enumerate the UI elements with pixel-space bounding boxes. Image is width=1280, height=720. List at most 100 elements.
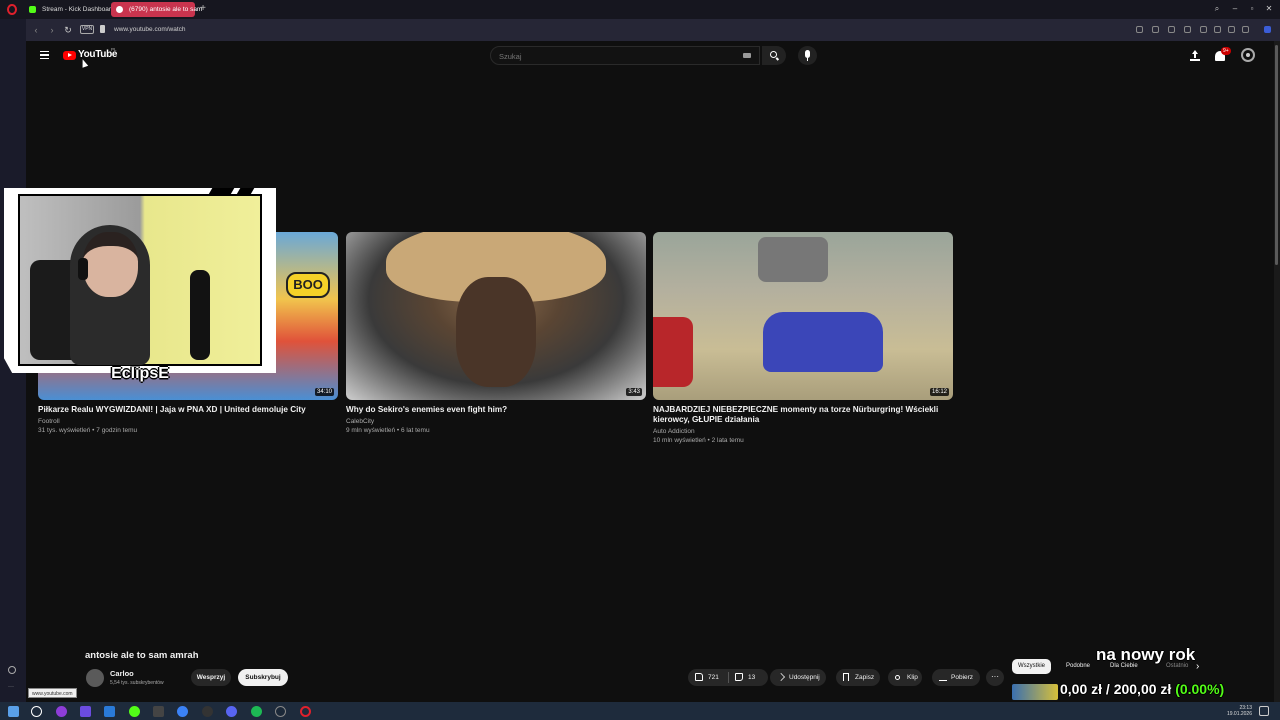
stream-goal-progress: 0,00 zł / 200,00 zł (0.00%) xyxy=(1060,681,1224,697)
video-title[interactable]: Piłkarze Realu WYGWIZDANI! | Jaja w PNA … xyxy=(38,405,338,415)
new-tab-button[interactable]: + xyxy=(198,3,208,15)
share-button[interactable]: Udostępnij xyxy=(770,669,826,686)
download-icon xyxy=(939,673,947,681)
download-icon[interactable] xyxy=(1214,26,1221,33)
camera-icon[interactable] xyxy=(1152,26,1159,33)
channel-name[interactable]: Carloo xyxy=(110,669,134,678)
subscribe-button[interactable]: Subskrybuj xyxy=(238,669,288,686)
save-button[interactable]: Zapisz xyxy=(836,669,880,686)
stream-goal-amount: 0,00 zł / 200,00 zł xyxy=(1060,681,1172,697)
video-duration: 34:10 xyxy=(314,388,334,396)
watch-video-title: antosie ale to sam amrah xyxy=(85,650,199,661)
wallet-icon[interactable] xyxy=(1242,26,1249,33)
stream-goal-title: na nowy rok xyxy=(1096,645,1196,664)
scissors-icon xyxy=(895,675,900,680)
video-thumbnail[interactable]: 3:43 xyxy=(346,232,646,400)
headphones-icon xyxy=(78,258,88,280)
video-duration: 16:12 xyxy=(929,388,949,396)
related-video-thumbnail[interactable] xyxy=(1012,684,1058,700)
support-button[interactable]: Wesprzyj xyxy=(191,669,231,686)
dislike-count[interactable]: 13 xyxy=(748,669,755,686)
epic-games-icon[interactable] xyxy=(153,706,164,717)
voice-search-button[interactable] xyxy=(798,46,817,65)
obs-icon[interactable] xyxy=(202,706,213,717)
aria-icon[interactable] xyxy=(1264,26,1271,33)
thumbs-down-icon[interactable] xyxy=(735,673,743,681)
notification-center-icon[interactable] xyxy=(1259,706,1269,716)
twitch-icon[interactable] xyxy=(80,706,91,717)
address-bar: ‹ › ↻ VPN www.youtube.com/watch xyxy=(26,19,1280,41)
video-channel[interactable]: Auto Addiction xyxy=(653,428,695,435)
maximize-button[interactable]: ▫ xyxy=(1245,3,1259,15)
vpn-badge[interactable]: VPN xyxy=(80,25,94,34)
account-avatar[interactable] xyxy=(1241,48,1255,62)
youtube-logo-icon[interactable] xyxy=(63,51,76,60)
taskbar-app-icon[interactable] xyxy=(104,706,115,717)
browser-icon[interactable] xyxy=(177,706,188,717)
clip-button[interactable]: Klip xyxy=(888,669,922,686)
play-icon[interactable] xyxy=(1184,26,1191,33)
extension-icon[interactable] xyxy=(1168,26,1175,33)
chevron-right-icon[interactable]: › xyxy=(1196,659,1199,674)
tab-search-icon[interactable]: ⌕ xyxy=(1210,3,1224,15)
create-upload-icon[interactable] xyxy=(1190,50,1200,61)
video-title[interactable]: NAJBARDZIEJ NIEBEZPIECZNE momenty na tor… xyxy=(653,405,953,425)
kick-favicon-icon xyxy=(29,6,36,13)
menu-icon[interactable] xyxy=(1228,26,1235,33)
youtube-country-code: PL xyxy=(111,47,117,52)
windows-taskbar: 23:13 19.01.2026 xyxy=(0,702,1280,720)
webcam-streamer-head xyxy=(83,232,138,297)
thumbnail-boo-text: BOO xyxy=(286,272,330,298)
url-field[interactable]: www.youtube.com/watch xyxy=(114,24,186,36)
history-icon[interactable] xyxy=(8,666,16,674)
hamburger-menu-icon[interactable] xyxy=(40,51,49,59)
spotify-icon[interactable] xyxy=(251,706,262,717)
channel-avatar[interactable] xyxy=(86,669,104,687)
taskbar-app-icon[interactable] xyxy=(56,706,67,717)
search-button[interactable] xyxy=(762,46,786,65)
scrollbar-thumb[interactable] xyxy=(1275,45,1278,265)
more-actions-button[interactable]: ··· xyxy=(986,669,1004,686)
opera-logo-icon[interactable] xyxy=(7,4,17,15)
steam-icon[interactable] xyxy=(275,706,286,717)
video-thumbnail[interactable]: 16:12 xyxy=(653,232,953,400)
tab-kick-dashboard[interactable]: Stream - Kick Dashboard xyxy=(24,2,115,17)
reload-icon[interactable]: ↻ xyxy=(62,24,74,36)
minimize-button[interactable]: – xyxy=(1228,3,1242,15)
chip-related[interactable]: Podobne xyxy=(1060,659,1096,674)
stream-goal-percent: (0.00%) xyxy=(1175,681,1225,697)
video-title[interactable]: Why do Sekiro's enemies even fight him? xyxy=(346,405,646,415)
search-icon[interactable] xyxy=(31,706,42,717)
system-clock[interactable]: 23:13 19.01.2026 xyxy=(1227,705,1252,717)
search-box[interactable] xyxy=(490,46,760,65)
extension-icon[interactable] xyxy=(1136,26,1143,33)
lock-icon[interactable] xyxy=(100,25,105,33)
thumbs-up-icon[interactable] xyxy=(695,673,703,681)
video-meta: 9 mln wyświetleń • 6 lat temu xyxy=(346,427,430,434)
video-channel[interactable]: Footroll xyxy=(38,418,60,425)
back-icon[interactable]: ‹ xyxy=(30,24,42,36)
heart-icon[interactable] xyxy=(1200,26,1207,33)
keyboard-icon[interactable] xyxy=(743,53,751,58)
youtube-favicon-icon xyxy=(116,6,123,13)
tab-youtube-active[interactable]: (6790) antosie ale to sam xyxy=(111,2,202,17)
tab-label: Stream - Kick Dashboard xyxy=(42,6,115,13)
search-input[interactable] xyxy=(499,50,729,62)
chip-all[interactable]: Wszystkie xyxy=(1012,659,1051,674)
microphone-icon xyxy=(805,50,810,58)
close-button[interactable]: ✕ xyxy=(1262,3,1276,15)
kick-icon[interactable] xyxy=(129,706,140,717)
opera-icon[interactable] xyxy=(300,706,311,717)
start-button-icon[interactable] xyxy=(8,706,19,717)
forward-icon[interactable]: › xyxy=(46,24,58,36)
video-meta: 31 tys. wyświetleń • 7 godzin temu xyxy=(38,427,138,434)
microphone-stand xyxy=(190,270,210,360)
sidebar-more-icon[interactable]: ··· xyxy=(8,684,14,690)
share-label: Udostępnij xyxy=(789,674,820,681)
like-count[interactable]: 721 xyxy=(708,669,719,686)
download-button[interactable]: Pobierz xyxy=(932,669,980,686)
discord-icon[interactable] xyxy=(226,706,237,717)
notification-count-badge: 9+ xyxy=(1221,47,1231,55)
clock-date: 19.01.2026 xyxy=(1226,711,1252,717)
video-channel[interactable]: CalebCity xyxy=(346,418,374,425)
